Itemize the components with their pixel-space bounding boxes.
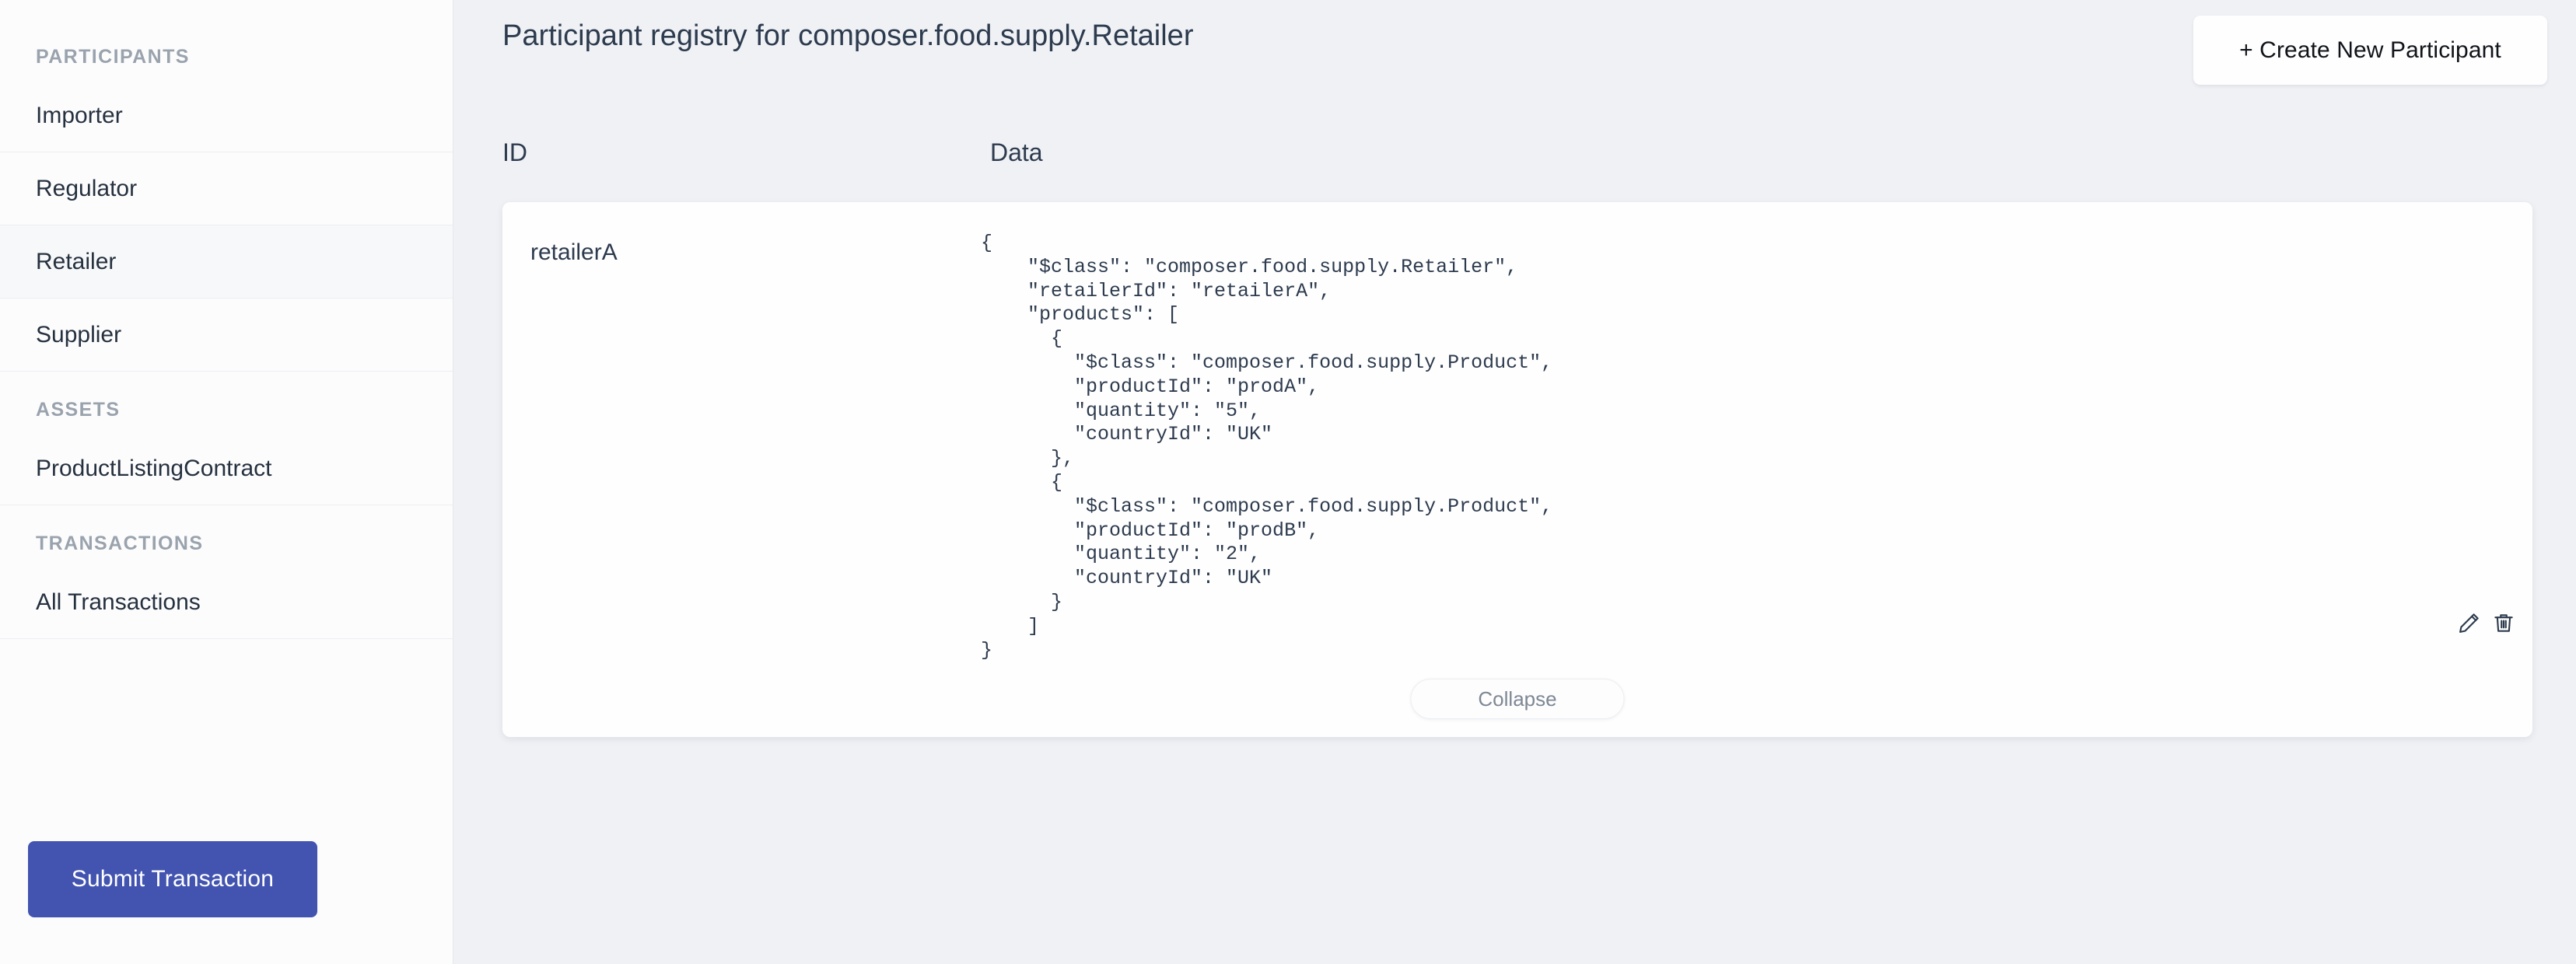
column-header-id: ID (502, 138, 527, 166)
sidebar-item-label: Importer (36, 102, 123, 128)
sidebar-item-label: ProductListingContract (36, 455, 272, 481)
table-row: retailerA { "$class": "composer.food.sup… (502, 202, 2532, 737)
sidebar-item-label: Regulator (36, 175, 138, 201)
sidebar-item-label: Supplier (36, 321, 122, 348)
sidebar-item-all-transactions[interactable]: All Transactions (0, 566, 453, 639)
sidebar: PARTICIPANTS Importer Regulator Retailer… (0, 0, 453, 964)
sidebar-item-label: All Transactions (36, 589, 201, 615)
sidebar-item-importer[interactable]: Importer (0, 79, 453, 152)
sidebar-item-productlistingcontract[interactable]: ProductListingContract (0, 432, 453, 505)
sidebar-section-title-transactions: TRANSACTIONS (36, 533, 204, 554)
sidebar-item-supplier[interactable]: Supplier (0, 299, 453, 372)
pencil-icon[interactable] (2458, 611, 2481, 634)
page-title: Participant registry for composer.food.s… (502, 19, 1194, 52)
column-header-data: Data (990, 138, 1043, 166)
registry-table-header: ID Data (453, 138, 2576, 177)
sidebar-item-retailer[interactable]: Retailer (0, 225, 453, 299)
sidebar-section-title-assets: ASSETS (36, 399, 121, 421)
submit-transaction-button[interactable]: Submit Transaction (28, 841, 317, 917)
sidebar-item-regulator[interactable]: Regulator (0, 152, 453, 225)
main-content: Participant registry for composer.food.s… (453, 0, 2576, 964)
trash-icon[interactable] (2492, 611, 2515, 634)
app-root: PARTICIPANTS Importer Regulator Retailer… (0, 0, 2576, 964)
submit-transaction-container: Submit Transaction (0, 841, 453, 964)
sidebar-section-title-participants: PARTICIPANTS (36, 46, 190, 68)
sidebar-item-label: Retailer (36, 248, 117, 274)
record-id-value: retailerA (530, 239, 618, 265)
record-json-value: { "$class": "composer.food.supply.Retail… (981, 232, 1553, 662)
create-new-participant-button[interactable]: + Create New Participant (2193, 16, 2547, 85)
collapse-button[interactable]: Collapse (1410, 679, 1625, 719)
record-actions (2458, 611, 2515, 634)
